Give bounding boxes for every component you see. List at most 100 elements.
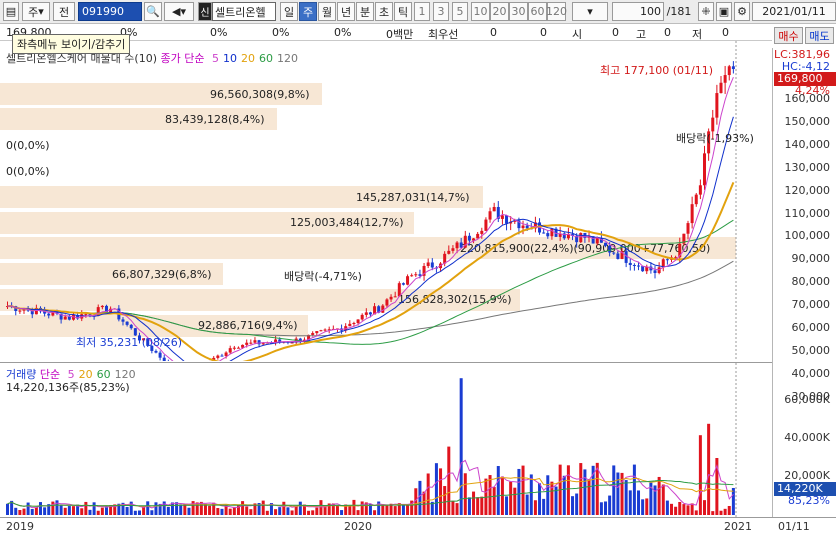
volume-bar (80, 508, 84, 515)
high-annotation: 최고 177,100 (01/11) (600, 64, 714, 77)
candle-body (352, 322, 356, 324)
interval-button[interactable]: 1 (414, 2, 430, 21)
volume-bar (274, 509, 278, 515)
low-annotation: 최저 35,231 (08/26) (76, 336, 183, 349)
volume-bar (352, 499, 356, 515)
candle-body (290, 342, 294, 344)
candle-body (686, 223, 690, 234)
volume-bar (686, 505, 690, 515)
volume-chart[interactable]: 거래량 단순 5 20 60 120 14,220,136주(85,23%) (0, 362, 772, 517)
candle-body (665, 259, 669, 261)
candle-body (459, 242, 463, 248)
interval-button[interactable]: 3 (433, 2, 449, 21)
crosshair-icon[interactable]: ⁜ (698, 2, 714, 21)
volume-bar (641, 499, 645, 515)
candle-body (467, 235, 471, 241)
candle-body (348, 323, 352, 327)
period-tab[interactable]: 초 (375, 2, 393, 21)
interval-button[interactable]: 20 (490, 2, 509, 21)
volume-bar (6, 503, 9, 515)
period-tab[interactable]: 일 (280, 2, 298, 21)
sound-icon[interactable]: ◀▾ (164, 2, 194, 21)
volume-current-pct: 85,23% (788, 494, 830, 507)
volume-bar (637, 490, 641, 515)
volume-bar (513, 487, 517, 515)
price-axis[interactable]: LC:381,96 HC:-4,12 169,800 4,24% 160,000… (772, 48, 836, 517)
volume-bar (360, 501, 364, 515)
price-tick: 60,000 (791, 321, 831, 334)
candle-body (100, 305, 104, 308)
period-tab[interactable]: 월 (318, 2, 336, 21)
candle-body (228, 348, 232, 353)
volume-bar (282, 501, 286, 515)
candle-body (723, 75, 727, 83)
volume-bar (492, 487, 496, 515)
volume-bar (661, 484, 665, 515)
candle-body (550, 228, 554, 237)
volume-bar (63, 507, 67, 515)
volume-bar (150, 510, 154, 515)
volume-bar (546, 475, 550, 515)
volume-tick: 40,000K (784, 431, 830, 444)
volume-bar (632, 464, 636, 515)
period-tab[interactable]: 년 (337, 2, 355, 21)
volume-bar (51, 501, 55, 515)
volume-bar (467, 497, 471, 515)
candle-body (731, 66, 735, 70)
volume-bar (96, 510, 100, 515)
candle-body (121, 319, 125, 322)
priority-label: 최우선 (428, 28, 459, 41)
volume-bar (216, 508, 220, 515)
interval-select[interactable]: ▾ (572, 2, 608, 21)
time-axis: 2019 2020 2021 01/11 (0, 517, 836, 538)
volume-bar (711, 511, 715, 515)
priority-v2: 0 (540, 26, 547, 39)
stock-code-input[interactable]: 091990 (78, 2, 142, 21)
stock-mode-select[interactable]: 주 ▾ (22, 2, 50, 21)
prev-button[interactable]: 전 (53, 2, 75, 21)
candle-body (690, 204, 694, 224)
price-chart[interactable]: 셀트리온헬스케어 매물대 수(10) 종가 단순 5 10 20 60 120 96,5… (0, 41, 772, 361)
volume-bar (385, 504, 389, 515)
high-label: 고 (636, 28, 647, 41)
period-tab[interactable]: 틱 (394, 2, 412, 21)
volume-bar (707, 423, 711, 515)
price-plot (6, 41, 737, 361)
date-input[interactable]: 2021/01/11 (752, 2, 836, 21)
volume-bar (191, 501, 195, 515)
period-tab[interactable]: 분 (356, 2, 374, 21)
volume-bar (723, 508, 727, 515)
save-icon[interactable]: ▣ (716, 2, 732, 21)
volume-bar (472, 491, 476, 515)
interval-button[interactable]: 5 (452, 2, 468, 21)
search-icon[interactable]: 🔍 (144, 2, 162, 21)
candle-body (476, 233, 480, 239)
volume-bar (443, 486, 447, 515)
interval-button[interactable]: 30 (509, 2, 528, 21)
time-label: 01/11 (778, 520, 810, 533)
candle-body (628, 262, 632, 266)
buy-button[interactable]: 매수 (774, 27, 803, 44)
interval-button[interactable]: 120 (546, 2, 567, 21)
interval-button[interactable]: 60 (528, 2, 547, 21)
volume-bar (38, 502, 42, 515)
volume-bar (731, 487, 735, 515)
sell-button[interactable]: 매도 (805, 27, 834, 44)
period-tab[interactable]: 주 (299, 2, 317, 21)
volume-bar (245, 506, 249, 515)
panel-icon[interactable]: ▤ (3, 2, 19, 21)
volume-bar (657, 476, 661, 515)
gear-icon[interactable]: ⚙ (734, 2, 750, 21)
price-tick: 90,000 (791, 252, 831, 266)
volume-bar (278, 507, 282, 515)
volume-bar (224, 505, 228, 515)
priority-v1: 0 (490, 26, 497, 39)
time-label: 2019 (6, 520, 34, 533)
volume-bar (674, 506, 678, 515)
candle-body (430, 262, 434, 268)
bar-count-input[interactable]: 100 (612, 2, 664, 21)
volume-bar (496, 466, 500, 515)
interval-button[interactable]: 10 (471, 2, 490, 21)
volume-bar (401, 504, 405, 515)
volume-bar (393, 506, 397, 515)
